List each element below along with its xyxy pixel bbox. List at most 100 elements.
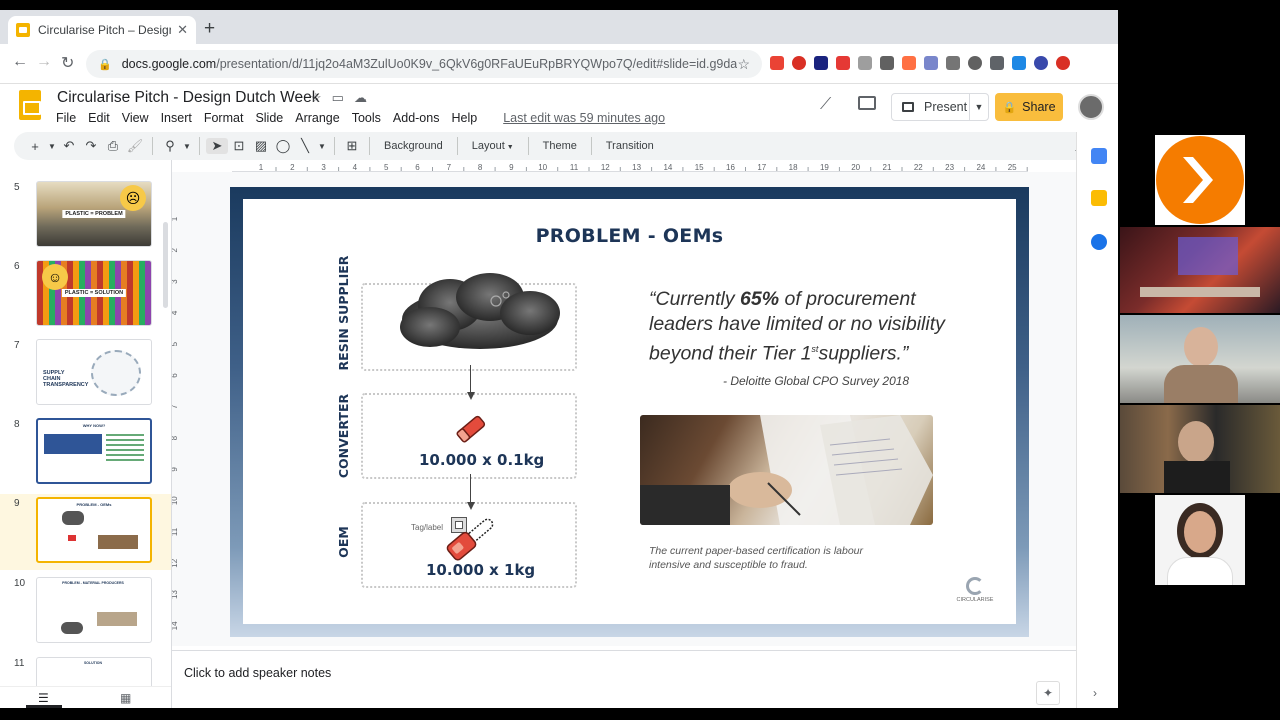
menu-arrange[interactable]: Arrange bbox=[295, 111, 339, 125]
background-button[interactable]: Background bbox=[376, 140, 451, 152]
filmstrip-scrollbar[interactable] bbox=[163, 222, 168, 308]
label-oem[interactable]: OEM bbox=[336, 522, 351, 562]
menu-slide[interactable]: Slide bbox=[255, 111, 283, 125]
new-tab-icon[interactable]: + bbox=[204, 18, 215, 40]
paint-format-icon[interactable]: 🖌 bbox=[124, 138, 146, 154]
slide-thumbnail-active[interactable]: 9 PROBLEM - OEMs bbox=[0, 494, 171, 570]
print-icon[interactable]: ⎙ bbox=[102, 138, 124, 154]
video-tile-participant[interactable] bbox=[1120, 315, 1280, 403]
share-label: Share bbox=[1022, 100, 1056, 114]
comment-add-icon[interactable]: ⊞ bbox=[341, 138, 363, 154]
label-converter[interactable]: CONVERTER bbox=[336, 388, 351, 484]
extension-icon[interactable] bbox=[880, 56, 894, 70]
menu-format[interactable]: Format bbox=[204, 111, 244, 125]
menu-help[interactable]: Help bbox=[451, 111, 477, 125]
oem-quantity[interactable]: 10.000 x 1kg bbox=[426, 561, 535, 579]
layout-button[interactable]: Layout ▼ bbox=[464, 140, 522, 152]
redo-icon[interactable]: ↷ bbox=[80, 138, 102, 154]
video-tile-participant[interactable] bbox=[1155, 495, 1245, 585]
slide-thumbnail[interactable]: 7 SUPPLY CHAIN TRANSPARENCY bbox=[0, 336, 171, 412]
zoom-icon[interactable]: ⚲ bbox=[159, 138, 181, 154]
video-tile-logo[interactable] bbox=[1155, 135, 1245, 225]
extension-icon[interactable] bbox=[792, 56, 806, 70]
converter-quantity[interactable]: 10.000 x 0.1kg bbox=[419, 451, 544, 469]
menu-addons[interactable]: Add-ons bbox=[393, 111, 440, 125]
label-resin-supplier[interactable]: RESIN SUPPLIER bbox=[336, 253, 351, 373]
menu-file[interactable]: File bbox=[56, 111, 76, 125]
chevron-right-icon[interactable]: › bbox=[1093, 686, 1097, 700]
line-icon[interactable]: ╲ bbox=[294, 138, 316, 154]
chevron-down-icon[interactable]: ▼ bbox=[46, 142, 58, 151]
browser-tab[interactable]: Circularise Pitch – Design Dutch ✕ bbox=[8, 16, 196, 44]
slide-thumbnail[interactable]: 10 PROBLEM - MATERIAL PRODUCERS bbox=[0, 574, 171, 650]
calendar-icon[interactable] bbox=[1091, 148, 1107, 164]
quote-text[interactable]: “Currently 65% of procurement leaders ha… bbox=[649, 287, 949, 367]
ruler-tick-label: 13 bbox=[632, 163, 641, 172]
activity-trend-icon[interactable]: ⟋ bbox=[820, 96, 831, 114]
slide-thumbnail[interactable]: 5 PLASTIC = PROBLEM ☹ bbox=[0, 178, 171, 254]
shape-icon[interactable]: ◯ bbox=[272, 138, 294, 154]
address-bar[interactable]: 🔒 docs.google.com /presentation/d/11jq2o… bbox=[86, 50, 762, 78]
extension-icon[interactable] bbox=[1056, 56, 1070, 70]
slide-thumbnail[interactable] bbox=[0, 160, 171, 166]
paperwork-photo[interactable] bbox=[640, 415, 933, 525]
profile-icon[interactable] bbox=[1034, 56, 1048, 70]
avatar[interactable] bbox=[1078, 94, 1104, 120]
share-button[interactable]: 🔒 Share bbox=[995, 93, 1063, 121]
text-box-icon[interactable]: ⊡ bbox=[228, 138, 250, 154]
extension-icon[interactable] bbox=[924, 56, 938, 70]
slides-logo-icon[interactable] bbox=[19, 90, 41, 120]
extension-icon[interactable] bbox=[858, 56, 872, 70]
menu-edit[interactable]: Edit bbox=[88, 111, 110, 125]
image-icon[interactable]: ▨ bbox=[250, 138, 272, 154]
cloud-status-icon[interactable]: ☁ bbox=[354, 90, 367, 106]
move-folder-icon[interactable]: ▭ bbox=[332, 90, 344, 106]
cast-icon[interactable] bbox=[1012, 56, 1026, 70]
slide[interactable]: PROBLEM - OEMs RESIN SUPPLIER CONVERTER … bbox=[243, 199, 1016, 624]
speaker-notes-placeholder[interactable]: Click to add speaker notes bbox=[184, 666, 331, 680]
extension-icon[interactable] bbox=[946, 56, 960, 70]
extension-icon[interactable] bbox=[902, 56, 916, 70]
chevron-down-icon[interactable]: ▼ bbox=[316, 142, 328, 151]
video-tile-participant[interactable] bbox=[1120, 405, 1280, 493]
chevron-down-icon[interactable]: ▼ bbox=[181, 142, 193, 151]
extension-icon[interactable] bbox=[968, 56, 982, 70]
slide-title[interactable]: PROBLEM - OEMs bbox=[243, 225, 1016, 247]
extension-icon[interactable] bbox=[770, 56, 784, 70]
extension-icon[interactable] bbox=[836, 56, 850, 70]
menu-tools[interactable]: Tools bbox=[352, 111, 381, 125]
photo-caption[interactable]: The current paper-based certification is… bbox=[649, 544, 889, 572]
tasks-icon[interactable] bbox=[1091, 234, 1107, 250]
transition-button[interactable]: Transition bbox=[598, 140, 662, 152]
back-icon[interactable]: ← bbox=[12, 53, 28, 71]
comments-icon[interactable] bbox=[858, 96, 876, 110]
quote-source[interactable]: - Deloitte Global CPO Survey 2018 bbox=[723, 374, 909, 388]
lock-icon: 🔒 bbox=[1002, 101, 1017, 114]
star-icon[interactable]: ☆ bbox=[310, 90, 322, 106]
list-view-icon[interactable]: ☰ bbox=[38, 691, 49, 705]
select-cursor-icon[interactable]: ➤ bbox=[206, 138, 228, 154]
present-button[interactable]: Present ▼ bbox=[891, 93, 989, 121]
last-edit-link[interactable]: Last edit was 59 minutes ago bbox=[503, 111, 665, 125]
undo-icon[interactable]: ↶ bbox=[58, 138, 80, 154]
speaker-notes[interactable]: Click to add speaker notes ✦ bbox=[172, 650, 1076, 708]
keep-icon[interactable] bbox=[1091, 190, 1107, 206]
menu-insert[interactable]: Insert bbox=[161, 111, 192, 125]
document-title[interactable]: Circularise Pitch - Design Dutch Week bbox=[57, 89, 319, 107]
chevron-down-icon[interactable]: ▼ bbox=[970, 102, 988, 112]
close-tab-icon[interactable]: ✕ bbox=[177, 22, 188, 38]
explore-button[interactable]: ✦ bbox=[1036, 681, 1060, 705]
puzzle-icon[interactable] bbox=[990, 56, 1004, 70]
bookmark-star-icon[interactable]: ☆ bbox=[737, 56, 750, 73]
forward-icon[interactable]: → bbox=[36, 53, 52, 71]
tag-label-text[interactable]: Tag/label bbox=[411, 523, 443, 532]
grid-view-icon[interactable]: ▦ bbox=[120, 691, 131, 705]
video-tile-studio[interactable] bbox=[1120, 227, 1280, 313]
slide-thumbnail[interactable]: 8 WHY NOW? bbox=[0, 415, 171, 491]
new-slide-icon[interactable]: + bbox=[24, 139, 46, 154]
extension-icon[interactable] bbox=[814, 56, 828, 70]
menu-view[interactable]: View bbox=[122, 111, 149, 125]
theme-button[interactable]: Theme bbox=[535, 140, 585, 152]
slide-thumbnail[interactable]: 6 PLASTIC = SOLUTION ☺ bbox=[0, 257, 171, 333]
reload-icon[interactable]: ↻ bbox=[61, 53, 74, 73]
